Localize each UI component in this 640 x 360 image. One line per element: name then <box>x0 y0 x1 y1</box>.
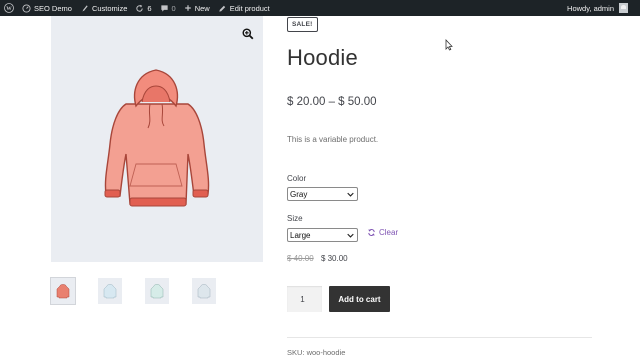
svg-text:W: W <box>6 6 12 12</box>
avatar <box>619 3 628 13</box>
edit-product-link[interactable]: Edit product <box>214 0 274 16</box>
updates-link[interactable]: 6 <box>131 0 155 16</box>
my-account-menu[interactable]: Howdy, admin <box>567 0 628 16</box>
magnifier-plus-icon[interactable] <box>242 28 254 40</box>
add-to-cart-button[interactable]: Add to cart <box>329 286 390 312</box>
edit-product-label: Edit product <box>229 3 270 13</box>
size-label: Size <box>287 214 303 223</box>
comments-count: 0 <box>171 3 176 13</box>
thumbnail-3[interactable] <box>145 278 169 304</box>
divider <box>287 337 592 338</box>
clear-label: Clear <box>379 228 399 237</box>
hoodie-thumbnail-icon <box>103 284 117 299</box>
hoodie-thumbnail-icon <box>56 284 70 299</box>
account-greeting: Howdy, admin <box>567 3 614 13</box>
variation-price: $ 40.00 $ 30.00 <box>287 254 348 263</box>
pencil-icon <box>219 5 225 12</box>
paintbrush-icon <box>81 4 88 12</box>
site-name-link[interactable]: SEO Demo <box>18 0 76 16</box>
comment-bubble-icon <box>160 4 168 12</box>
customize-label: Customize <box>91 3 128 13</box>
color-select[interactable]: Gray <box>287 187 358 201</box>
hoodie-thumbnail-icon <box>150 284 164 299</box>
customize-link[interactable]: Customize <box>76 0 131 16</box>
size-select[interactable]: Large <box>287 228 358 242</box>
refresh-icon <box>136 4 144 12</box>
chevron-down-icon <box>347 192 354 197</box>
plus-icon <box>184 5 191 11</box>
price-range: $ 20.00 – $ 50.00 <box>287 96 377 108</box>
gallery-thumbnails <box>50 277 216 305</box>
sale-badge: SALE! <box>287 17 318 32</box>
new-content-link[interactable]: New <box>180 0 214 16</box>
color-label: Color <box>287 174 307 183</box>
product-sku: SKU: woo-hoodie <box>287 348 346 357</box>
variation-old-price: $ 40.00 <box>287 254 314 263</box>
short-description: This is a variable product. <box>287 135 379 144</box>
admin-bar: W SEO Demo Customize 6 0 New Edit produc… <box>0 0 640 16</box>
site-name: SEO Demo <box>34 3 72 13</box>
chevron-down-icon <box>347 233 354 238</box>
thumbnail-4[interactable] <box>192 278 216 304</box>
hoodie-thumbnail-icon <box>197 284 211 299</box>
variation-new-price: $ 30.00 <box>320 254 348 263</box>
comments-link[interactable]: 0 <box>156 0 180 16</box>
updates-count: 6 <box>147 3 152 13</box>
wordpress-logo-icon[interactable]: W <box>0 0 18 16</box>
mouse-pointer-icon <box>445 39 453 51</box>
home-dial-icon <box>22 3 31 13</box>
thumbnail-1[interactable] <box>50 277 76 305</box>
product-title: Hoodie <box>287 45 358 70</box>
refresh-icon <box>368 229 375 236</box>
new-label: New <box>194 3 210 13</box>
product-gallery-main-image[interactable] <box>51 16 263 262</box>
hoodie-image <box>104 69 210 207</box>
thumbnail-2[interactable] <box>98 278 122 304</box>
size-select-value: Large <box>290 230 311 240</box>
clear-selection-link[interactable]: Clear <box>367 228 398 237</box>
quantity-input[interactable]: 1 <box>287 286 322 312</box>
color-select-value: Gray <box>290 189 308 199</box>
